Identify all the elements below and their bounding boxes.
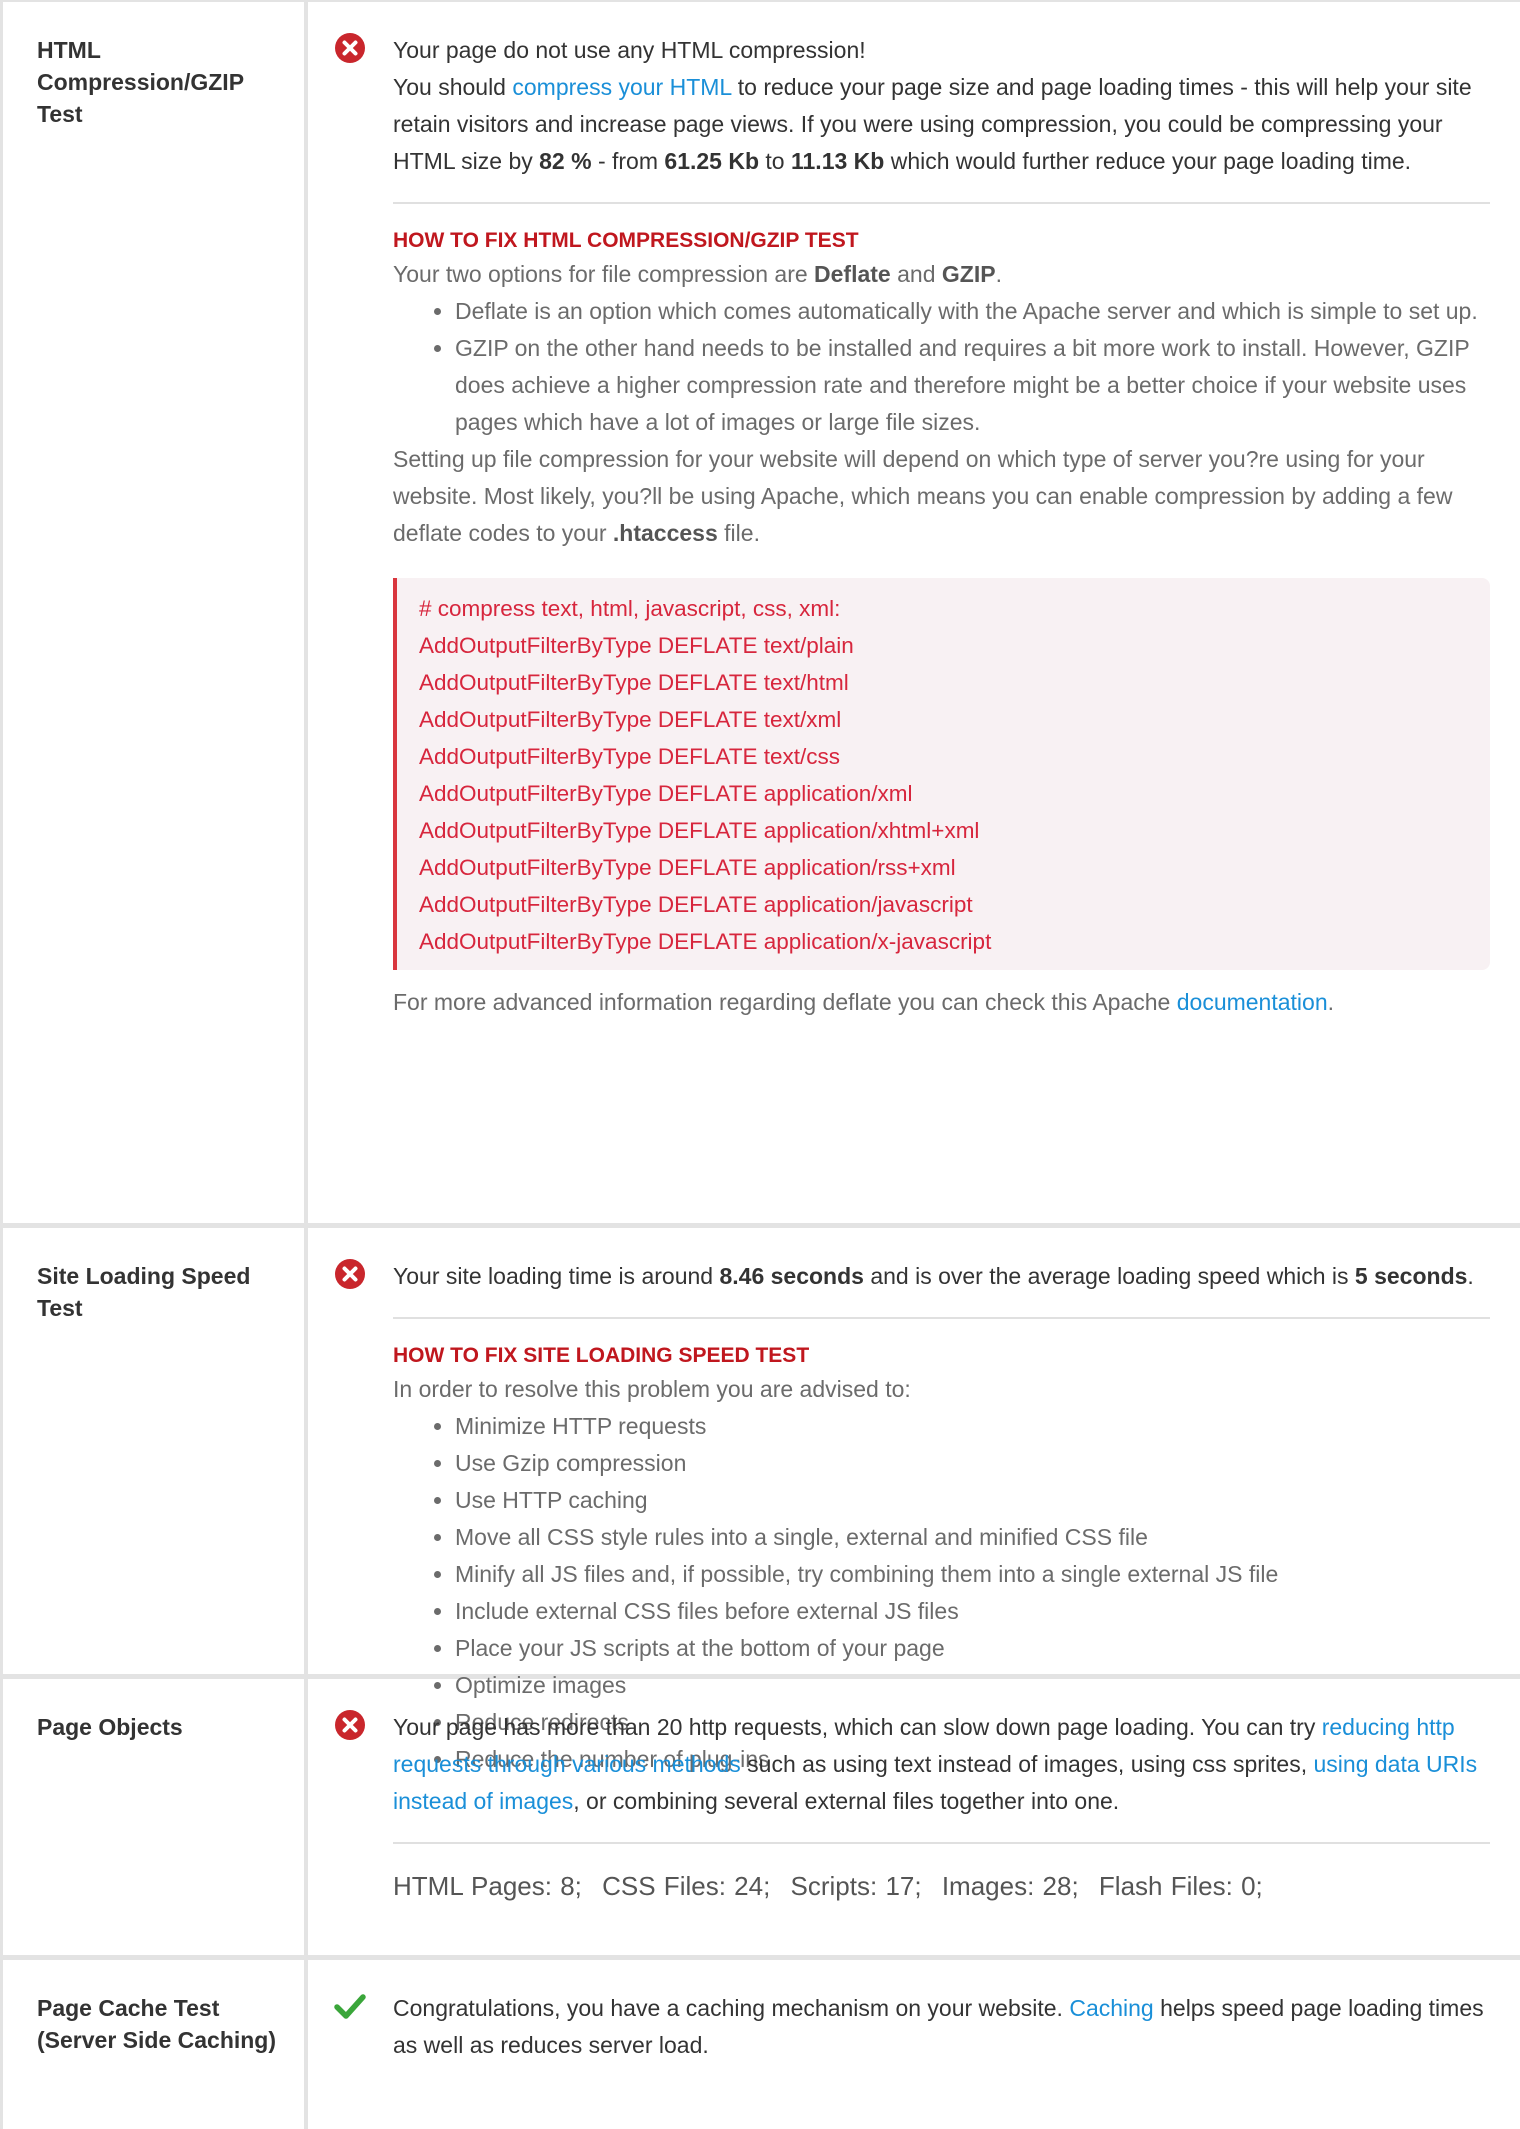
size-to: 11.13 Kb	[790, 148, 885, 174]
list-item: Include external CSS files before extern…	[455, 1593, 1490, 1630]
check-icon	[334, 1994, 366, 2019]
test-result: Congratulations, you have a caching mech…	[308, 1960, 1520, 2129]
test-name: Site Loading Speed Test	[0, 1228, 308, 1674]
advanced-info: For more advanced information regarding …	[393, 989, 1335, 1015]
test-name: Page Cache Test (Server Side Caching)	[0, 1960, 308, 2129]
result-message: Your page has more than 20 http requests…	[393, 1714, 1478, 1814]
list-item: Place your JS scripts at the bottom of y…	[455, 1630, 1490, 1667]
test-result: Your page has more than 20 http requests…	[308, 1679, 1520, 1955]
code-line: AddOutputFilterByType DEFLATE text/html	[419, 670, 849, 695]
code-line: AddOutputFilterByType DEFLATE applicatio…	[419, 855, 956, 880]
test-name: HTML Compression/GZIP Test	[0, 2, 308, 1223]
list-item: GZIP on the other hand needs to be insta…	[455, 330, 1490, 441]
list-item: Minify all JS files and, if possible, tr…	[455, 1556, 1490, 1593]
fix-list: Deflate is an option which comes automat…	[393, 293, 1490, 441]
code-line: AddOutputFilterByType DEFLATE text/css	[419, 744, 840, 769]
code-line: AddOutputFilterByType DEFLATE text/plain	[419, 633, 854, 658]
count-flash-files: Flash Files: 0;	[1098, 1871, 1263, 1901]
fix-text: Your two options for file compression ar…	[393, 261, 1002, 287]
count-html-pages: HTML Pages: 8;	[393, 1871, 582, 1901]
report-row-html-compression: HTML Compression/GZIP Test Your page do …	[0, 2, 1520, 1228]
list-item: Use Gzip compression	[455, 1445, 1490, 1482]
average-time: 5 seconds	[1354, 1263, 1468, 1289]
code-line: AddOutputFilterByType DEFLATE applicatio…	[419, 892, 973, 917]
fix-text: In order to resolve this problem you are…	[393, 1376, 911, 1402]
size-from: 61.25 Kb	[664, 148, 760, 174]
fix-heading: HOW TO FIX HTML COMPRESSION/GZIP TEST	[393, 229, 859, 252]
list-item: Move all CSS style rules into a single, …	[455, 1519, 1490, 1556]
count-scripts: Scripts: 17;	[790, 1871, 922, 1901]
documentation-link[interactable]: documentation	[1177, 989, 1328, 1015]
test-result: Your page do not use any HTML compressio…	[308, 2, 1520, 1223]
list-item: Minimize HTTP requests	[455, 1408, 1490, 1445]
caching-link[interactable]: Caching	[1069, 1995, 1153, 2021]
report-row-loading-speed: Site Loading Speed Test Your site loadin…	[0, 1228, 1520, 1772]
code-line: AddOutputFilterByType DEFLATE applicatio…	[419, 929, 992, 954]
x-circle-icon	[335, 1710, 365, 1740]
compression-percent: 82 %	[539, 148, 592, 174]
list-item: Use HTTP caching	[455, 1482, 1490, 1519]
fix-heading: HOW TO FIX SITE LOADING SPEED TEST	[393, 1344, 810, 1367]
result-message: Your page do not use any HTML compressio…	[393, 32, 1490, 180]
divider	[393, 1842, 1490, 1844]
divider	[393, 202, 1490, 204]
divider	[393, 1317, 1490, 1319]
loading-time: 8.46 seconds	[719, 1263, 864, 1289]
result-detail: You should compress your HTML to reduce …	[393, 74, 1472, 174]
fix-text: Setting up file compression for your web…	[393, 446, 1453, 546]
seo-report: HTML Compression/GZIP Test Your page do …	[0, 0, 1520, 2129]
result-message: Congratulations, you have a caching mech…	[393, 1995, 1484, 2058]
report-row-page-objects: Page Objects Your page has more than 20 …	[0, 1679, 1520, 1960]
x-circle-icon	[335, 33, 365, 63]
result-headline: Your page do not use any HTML compressio…	[393, 37, 866, 63]
result-message: Your site loading time is around 8.46 se…	[393, 1263, 1474, 1289]
list-item: Deflate is an option which comes automat…	[455, 293, 1490, 330]
count-images: Images: 28;	[941, 1871, 1079, 1901]
code-block: # compress text, html, javascript, css, …	[393, 578, 1490, 970]
code-line: AddOutputFilterByType DEFLATE applicatio…	[419, 781, 913, 806]
compress-html-link[interactable]: compress your HTML	[512, 74, 731, 100]
count-css-files: CSS Files: 24;	[602, 1871, 771, 1901]
object-counts: HTML Pages: 8; CSS Files: 24; Scripts: 1…	[393, 1866, 1490, 1906]
code-line: # compress text, html, javascript, css, …	[419, 596, 841, 621]
test-name: Page Objects	[0, 1679, 308, 1955]
x-circle-icon	[335, 1259, 365, 1289]
report-row-page-cache: Page Cache Test (Server Side Caching) Co…	[0, 1960, 1520, 2129]
code-line: AddOutputFilterByType DEFLATE text/xml	[419, 707, 842, 732]
test-result: Your site loading time is around 8.46 se…	[308, 1228, 1520, 1772]
code-line: AddOutputFilterByType DEFLATE applicatio…	[419, 818, 980, 843]
